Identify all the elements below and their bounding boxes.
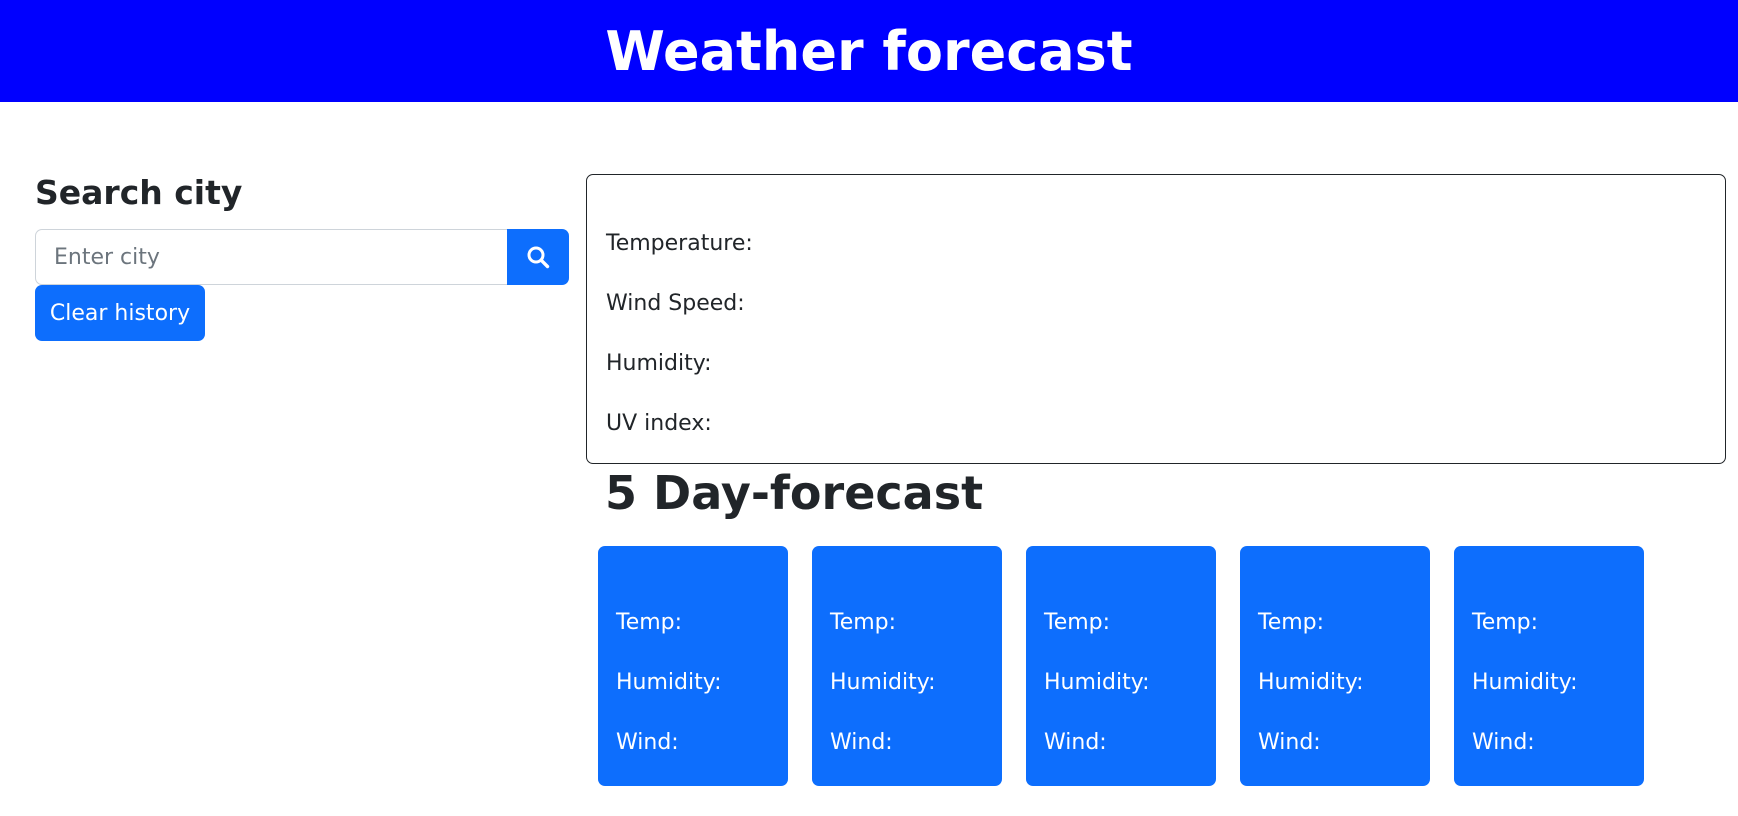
current-humidity: Humidity: [606,351,712,376]
forecast-temp: Temp: [830,610,897,635]
forecast-humidity: Humidity: [830,670,936,695]
forecast-title: 5 Day-forecast [605,466,984,520]
current-uv-index: UV index: [606,411,712,436]
page-title: Weather forecast [605,19,1133,83]
forecast-card: Temp: Humidity: Wind: [1240,546,1430,786]
current-weather-panel: Temperature: Wind Speed: Humidity: UV in… [586,174,1726,464]
forecast-wind: Wind: [1472,730,1535,755]
clear-history-button[interactable]: Clear history [35,285,205,341]
forecast-humidity: Humidity: [616,670,722,695]
forecast-humidity: Humidity: [1258,670,1364,695]
current-temperature: Temperature: [606,231,753,256]
forecast-temp: Temp: [1258,610,1325,635]
forecast-card: Temp: Humidity: Wind: [1026,546,1216,786]
forecast-wind: Wind: [1044,730,1107,755]
forecast-card: Temp: Humidity: Wind: [598,546,788,786]
forecast-wind: Wind: [830,730,893,755]
forecast-card: Temp: Humidity: Wind: [1454,546,1644,786]
search-icon [527,246,550,269]
forecast-card: Temp: Humidity: Wind: [812,546,1002,786]
search-section-title: Search city [35,173,243,212]
forecast-wind: Wind: [616,730,679,755]
search-group [35,229,569,285]
city-search-input[interactable] [35,229,507,285]
search-button[interactable] [507,229,569,285]
forecast-wind: Wind: [1258,730,1321,755]
forecast-humidity: Humidity: [1472,670,1578,695]
current-wind-speed: Wind Speed: [606,291,745,316]
forecast-temp: Temp: [616,610,683,635]
forecast-temp: Temp: [1044,610,1111,635]
page-header: Weather forecast [0,0,1738,102]
forecast-temp: Temp: [1472,610,1539,635]
forecast-humidity: Humidity: [1044,670,1150,695]
